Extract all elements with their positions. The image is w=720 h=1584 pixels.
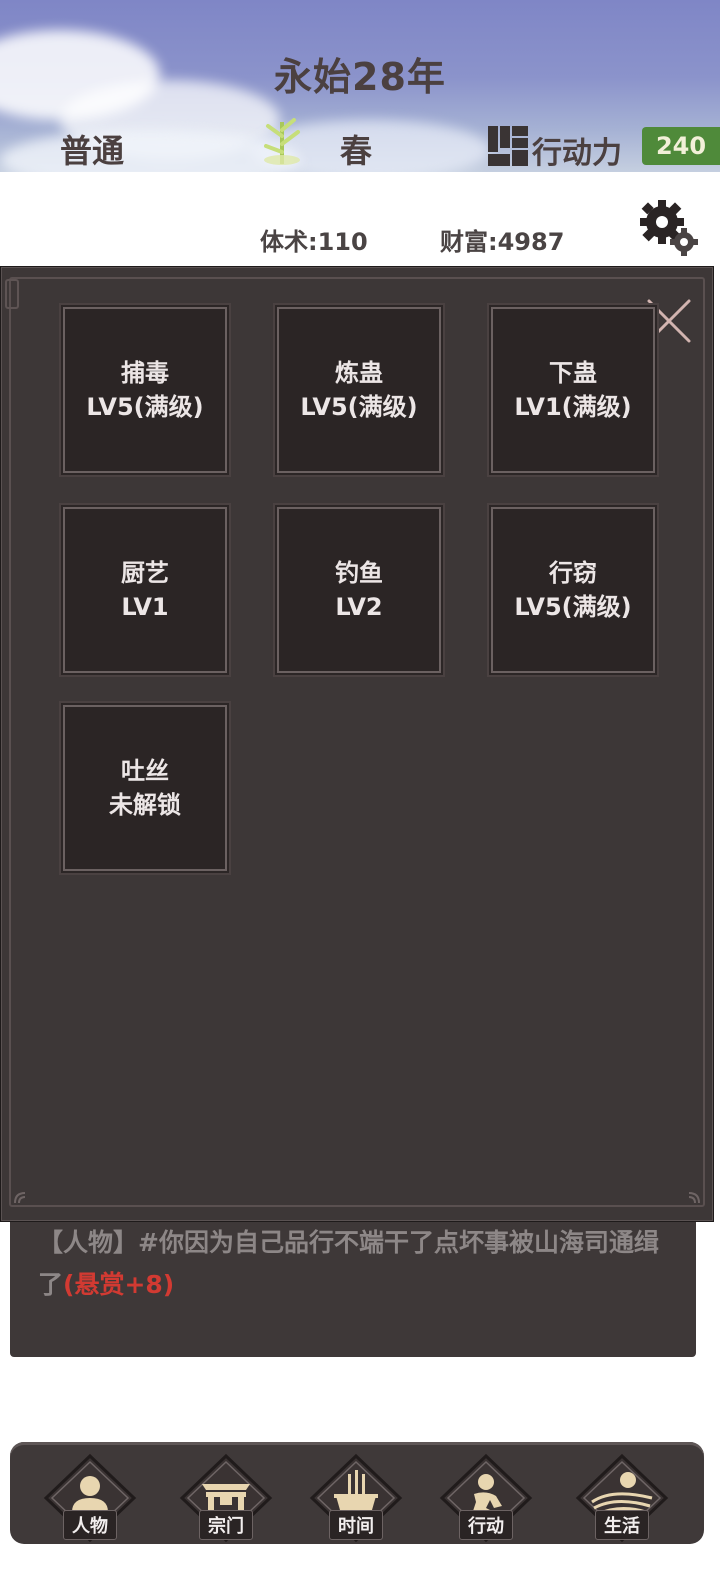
corner-ornament-icon: [14, 1192, 26, 1204]
nav-item-time[interactable]: 时间: [306, 1450, 406, 1546]
nav-label: 生活: [595, 1510, 649, 1540]
skill-level: LV5(满级): [300, 393, 418, 421]
stat-physique: 体术:110: [260, 228, 368, 256]
skill-name: 行窃: [549, 559, 597, 587]
nav-label: 行动: [459, 1510, 513, 1540]
bamboo-icon: [264, 118, 300, 165]
frame-ornament: [5, 279, 19, 309]
year-title: 永始28年: [274, 55, 446, 99]
nav-label: 人物: [63, 1510, 117, 1540]
top-banner: 永始28年 普通 春 行动力 240: [0, 0, 720, 172]
skill-card-fishing[interactable]: 钓鱼 LV2: [277, 507, 441, 673]
skill-name: 厨艺: [121, 559, 169, 587]
nav-item-action[interactable]: 行动: [436, 1450, 536, 1546]
skill-card-cooking[interactable]: 厨艺 LV1: [63, 507, 227, 673]
nav-label: 宗门: [199, 1510, 253, 1540]
skill-level: LV5(满级): [86, 393, 204, 421]
corner-ornament-icon: [688, 1192, 700, 1204]
skills-modal: 捕毒 LV5(满级) 炼蛊 LV5(满级) 下蛊 LV1(满级) 厨艺 LV1 …: [0, 266, 714, 1222]
skill-card-refine-gu[interactable]: 炼蛊 LV5(满级): [277, 307, 441, 473]
nav-item-life[interactable]: 生活: [572, 1450, 672, 1546]
skill-name: 吐丝: [121, 757, 169, 785]
event-log-entry: 【人物】#你因为自己品行不端干了点坏事被山海司通缉了(悬赏+8): [38, 1222, 678, 1306]
skill-level: LV1(满级): [514, 393, 632, 421]
season-label: 春: [340, 132, 373, 170]
skill-level: LV5(满级): [514, 593, 632, 621]
stat-wealth: 财富:4987: [440, 228, 565, 256]
skill-level: LV1: [121, 593, 169, 621]
skill-card-silk-spinning[interactable]: 吐丝 未解锁: [63, 705, 227, 871]
skill-card-stealing[interactable]: 行窃 LV5(满级): [491, 507, 655, 673]
log-category: 【人物】: [38, 1228, 139, 1257]
skill-name: 捕毒: [121, 359, 169, 387]
difficulty-mode: 普通: [60, 132, 125, 170]
log-bounty-highlight: (悬赏+8): [63, 1270, 175, 1299]
skill-name: 钓鱼: [335, 559, 383, 587]
gear-icon[interactable]: [638, 198, 700, 260]
action-points-label: 行动力: [532, 136, 622, 171]
action-points-value: 240: [642, 127, 720, 165]
nav-label: 时间: [329, 1510, 383, 1540]
skill-name: 下蛊: [549, 359, 597, 387]
skill-card-catch-poison[interactable]: 捕毒 LV5(满级): [63, 307, 227, 473]
nav-item-character[interactable]: 人物: [40, 1450, 140, 1546]
skill-level: 未解锁: [109, 791, 181, 819]
skill-level: LV2: [335, 593, 383, 621]
nav-item-sect[interactable]: 宗门: [176, 1450, 276, 1546]
action-points-icon: [488, 126, 528, 166]
skill-name: 炼蛊: [335, 359, 383, 387]
skill-card-cast-gu[interactable]: 下蛊 LV1(满级): [491, 307, 655, 473]
